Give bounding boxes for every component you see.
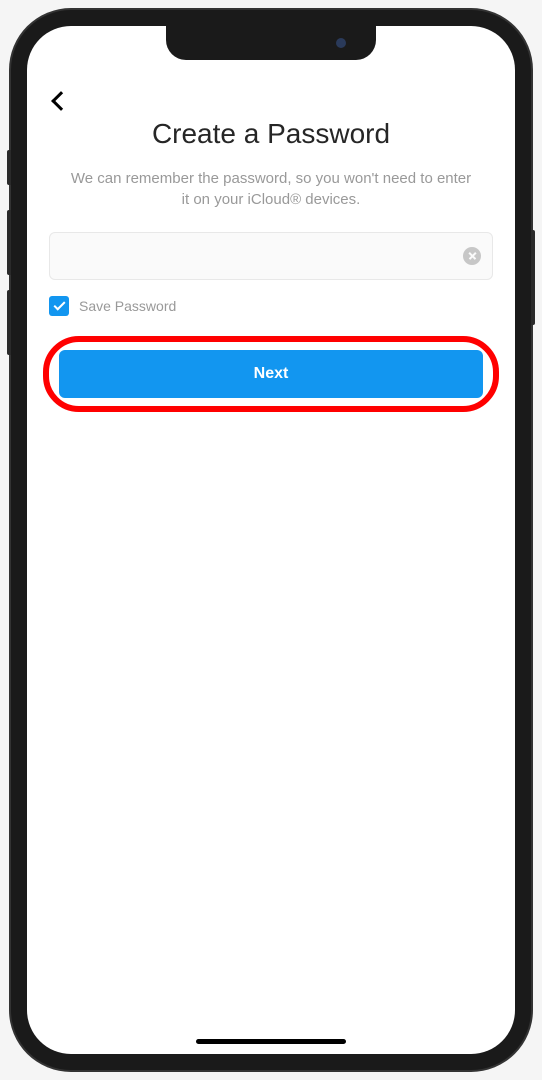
save-password-row: Save Password [49, 296, 493, 316]
back-button[interactable] [41, 81, 81, 121]
chevron-left-icon [51, 91, 71, 111]
notch [166, 26, 376, 60]
silence-switch [7, 150, 11, 185]
home-indicator[interactable] [196, 1039, 346, 1044]
front-camera [336, 38, 346, 48]
save-password-label: Save Password [79, 298, 176, 314]
clear-input-button[interactable] [463, 247, 481, 265]
volume-down-button [7, 290, 11, 355]
page-title: Create a Password [45, 118, 497, 150]
password-input[interactable] [49, 232, 493, 280]
checkmark-icon [53, 299, 65, 311]
content-area: Create a Password We can remember the pa… [27, 26, 515, 1054]
phone-screen: Create a Password We can remember the pa… [27, 26, 515, 1054]
password-input-wrapper [49, 232, 493, 280]
power-button [531, 230, 535, 325]
save-password-checkbox[interactable] [49, 296, 69, 316]
next-button-highlight: Next [43, 336, 499, 412]
volume-up-button [7, 210, 11, 275]
next-button[interactable]: Next [59, 350, 483, 398]
page-subtitle: We can remember the password, so you won… [45, 168, 497, 210]
phone-frame: Create a Password We can remember the pa… [11, 10, 531, 1070]
